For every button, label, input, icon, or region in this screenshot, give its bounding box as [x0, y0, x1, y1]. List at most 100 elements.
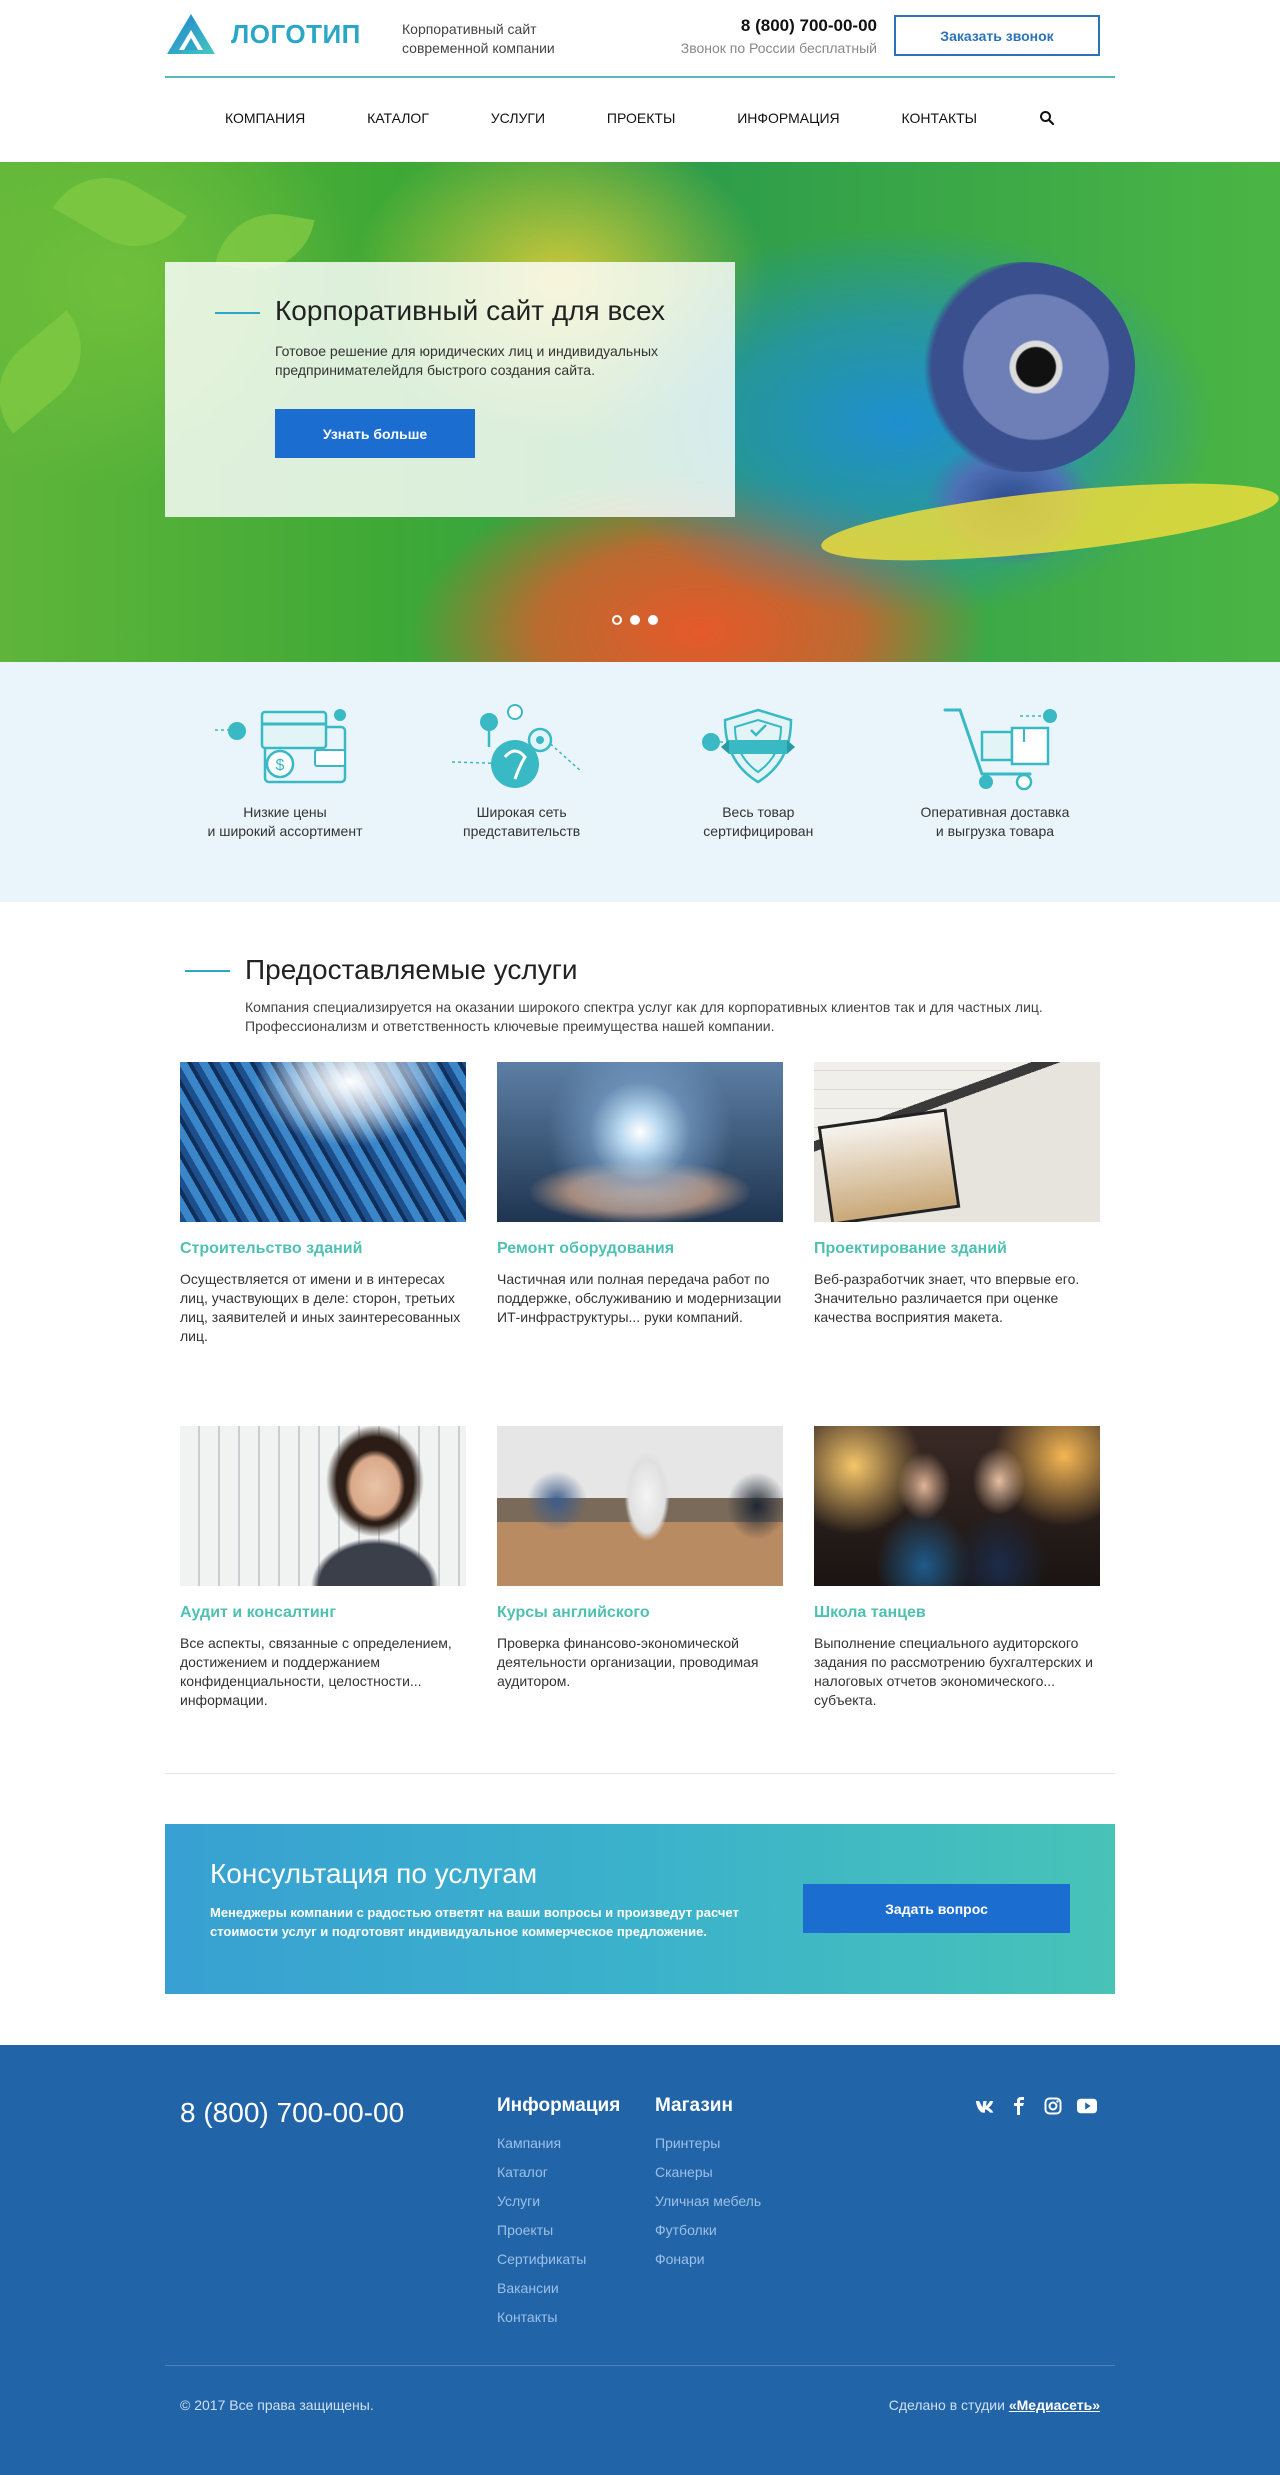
feature-item: Оперативная доставка и выгрузка товара [900, 702, 1090, 841]
footer-link[interactable]: Вакансии [497, 2280, 620, 2296]
service-image-building[interactable] [180, 1062, 466, 1222]
logo[interactable]: ЛОГОТИП [165, 12, 361, 56]
footer-link[interactable]: Фонари [655, 2251, 761, 2267]
service-card-text: Веб-разработчик знает, что впервые его. … [814, 1271, 1080, 1325]
footer-copyright: © 2017 Все права защищены. [180, 2397, 374, 2413]
feature-item: $ Низкие цены и широкий ассортимент [190, 702, 380, 841]
slider-dot[interactable] [630, 615, 640, 625]
site-tagline: Корпоративный сайт современной компании [402, 21, 555, 56]
feature-item: Весь товар сертифицирован [663, 702, 853, 841]
nav-item-services[interactable]: УСЛУГИ [491, 110, 545, 126]
service-image-dance[interactable] [814, 1426, 1100, 1586]
feature-item: Широкая сеть представительств [427, 702, 617, 841]
svg-text:$: $ [276, 757, 285, 774]
footer-divider [165, 2365, 1115, 2366]
footer-link[interactable]: Принтеры [655, 2135, 761, 2151]
chameleon-eye-decoration [915, 262, 1135, 472]
youtube-icon[interactable] [1077, 2097, 1097, 2115]
feature-text: Весь товар сертифицирован [703, 804, 814, 839]
leaf-decoration [0, 310, 106, 434]
service-card[interactable]: Курсы английского Проверка финансово-эко… [497, 1426, 783, 1691]
slider-dot[interactable] [612, 615, 622, 625]
chameleon-lip-decoration [818, 468, 1280, 576]
logo-text: ЛОГОТИП [231, 18, 361, 49]
feature-text: Широкая сеть представительств [463, 804, 581, 839]
service-image-hands-tech[interactable] [497, 1062, 783, 1222]
footer-shop-column: Магазин Принтеры Сканеры Уличная мебель … [655, 2095, 761, 2280]
service-image-english-class[interactable] [497, 1426, 783, 1586]
footer-made-by: Сделано в студии «Медиасеть» [889, 2397, 1100, 2413]
service-card-text: Все аспекты, связанные с определением, д… [180, 1635, 452, 1708]
nav-item-projects[interactable]: ПРОЕКТЫ [607, 110, 675, 126]
slider-dot-active[interactable] [648, 615, 658, 625]
service-card-title[interactable]: Проектирование зданий [814, 1240, 1100, 1258]
studio-link[interactable]: «Медиасеть» [1009, 2397, 1100, 2413]
service-card[interactable]: Строительство зданий Осуществляется от и… [180, 1062, 466, 1346]
footer-phone[interactable]: 8 (800) 700-00-00 [180, 2097, 404, 2129]
wallet-icon: $ [215, 709, 347, 784]
nav-item-catalog[interactable]: КАТАЛОГ [367, 110, 429, 126]
services-description: Компания специализируется на оказании ши… [245, 999, 1043, 1034]
service-card-text: Проверка финансово-экономической деятель… [497, 1635, 759, 1689]
social-links [975, 2097, 1097, 2115]
service-card[interactable]: Аудит и консалтинг Все аспекты, связанны… [180, 1426, 466, 1710]
hero-panel: Корпоративный сайт для всех Готовое реше… [165, 262, 735, 517]
consultation-banner: Консультация по услугам Менеджеры компан… [165, 1824, 1115, 1994]
service-card-title[interactable]: Строительство зданий [180, 1240, 466, 1258]
section-divider [165, 1773, 1115, 1774]
services-title: Предоставляемые услуги [245, 954, 578, 985]
header-phone-block: 8 (800) 700-00-00 Звонок по России беспл… [681, 16, 877, 56]
footer-link[interactable]: Услуги [497, 2193, 620, 2209]
feature-text: Низкие цены и широкий ассортимент [207, 804, 363, 839]
header-phone[interactable]: 8 (800) 700-00-00 [681, 16, 877, 36]
footer-link[interactable]: Кампания [497, 2135, 620, 2151]
made-by-prefix: Сделано в студии [888, 2397, 1005, 2413]
footer-link[interactable]: Каталог [497, 2164, 620, 2180]
facebook-icon[interactable] [1009, 2097, 1029, 2115]
instagram-icon[interactable] [1043, 2097, 1063, 2115]
footer-link[interactable]: Сертификаты [497, 2251, 620, 2267]
service-card-title[interactable]: Аудит и консалтинг [180, 1604, 466, 1622]
leaf-decoration [53, 162, 187, 268]
callback-button[interactable]: Заказать звонок [894, 15, 1100, 56]
footer-info-column: Информация Кампания Каталог Услуги Проек… [497, 2095, 620, 2338]
cta-text: Менеджеры компании с радостью ответят на… [210, 1905, 739, 1939]
header-phone-note: Звонок по России бесплатный [680, 40, 877, 56]
nav-item-contacts[interactable]: КОНТАКТЫ [902, 110, 978, 126]
service-card-text: Частичная или полная передача работ по п… [497, 1271, 782, 1325]
hero-learn-more-button[interactable]: Узнать больше [275, 409, 475, 458]
hero-slider: Корпоративный сайт для всех Готовое реше… [0, 162, 1280, 662]
slider-dots [612, 615, 658, 625]
service-card-title[interactable]: Школа танцев [814, 1604, 1100, 1622]
map-pin-icon [451, 704, 583, 788]
service-card[interactable]: Ремонт оборудования Частичная или полная… [497, 1062, 783, 1327]
search-icon[interactable] [1039, 110, 1055, 126]
service-image-consultant[interactable] [180, 1426, 466, 1586]
hero-title: Корпоративный сайт для всех [275, 295, 666, 326]
footer-link[interactable]: Футболки [655, 2222, 761, 2238]
footer-shop-title: Магазин [655, 2095, 733, 2116]
logo-triangle-icon [167, 14, 215, 54]
features-strip: $ Низкие цены и широкий ассортимент Широ… [0, 662, 1280, 902]
vk-icon[interactable] [975, 2097, 995, 2115]
site-footer: 8 (800) 700-00-00 Информация Кампания Ка… [0, 2045, 1280, 2475]
service-card-title[interactable]: Курсы английского [497, 1604, 783, 1622]
nav-item-information[interactable]: ИНФОРМАЦИЯ [737, 110, 839, 126]
service-image-blueprint[interactable] [814, 1062, 1100, 1222]
service-card[interactable]: Школа танцев Выполнение специального ауд… [814, 1426, 1100, 1710]
footer-link[interactable]: Контакты [497, 2309, 620, 2325]
main-nav: КОМПАНИЯ КАТАЛОГ УСЛУГИ ПРОЕКТЫ ИНФОРМАЦ… [165, 78, 1115, 158]
cta-title: Консультация по услугам [210, 1858, 538, 1889]
footer-link[interactable]: Проекты [497, 2222, 620, 2238]
service-card-title[interactable]: Ремонт оборудования [497, 1240, 783, 1258]
footer-link[interactable]: Сканеры [655, 2164, 761, 2180]
hero-text: Готовое решение для юридических лиц и ин… [275, 343, 659, 378]
ask-question-button[interactable]: Задать вопрос [803, 1884, 1070, 1933]
nav-item-company[interactable]: КОМПАНИЯ [225, 110, 305, 126]
section-accent-line [185, 970, 230, 972]
service-card-text: Выполнение специального аудиторского зад… [814, 1635, 1093, 1708]
footer-link[interactable]: Уличная мебель [655, 2193, 761, 2209]
feature-text: Оперативная доставка и выгрузка товара [920, 804, 1070, 839]
delivery-cart-icon [943, 708, 1057, 791]
service-card[interactable]: Проектирование зданий Веб-разработчик зн… [814, 1062, 1100, 1327]
